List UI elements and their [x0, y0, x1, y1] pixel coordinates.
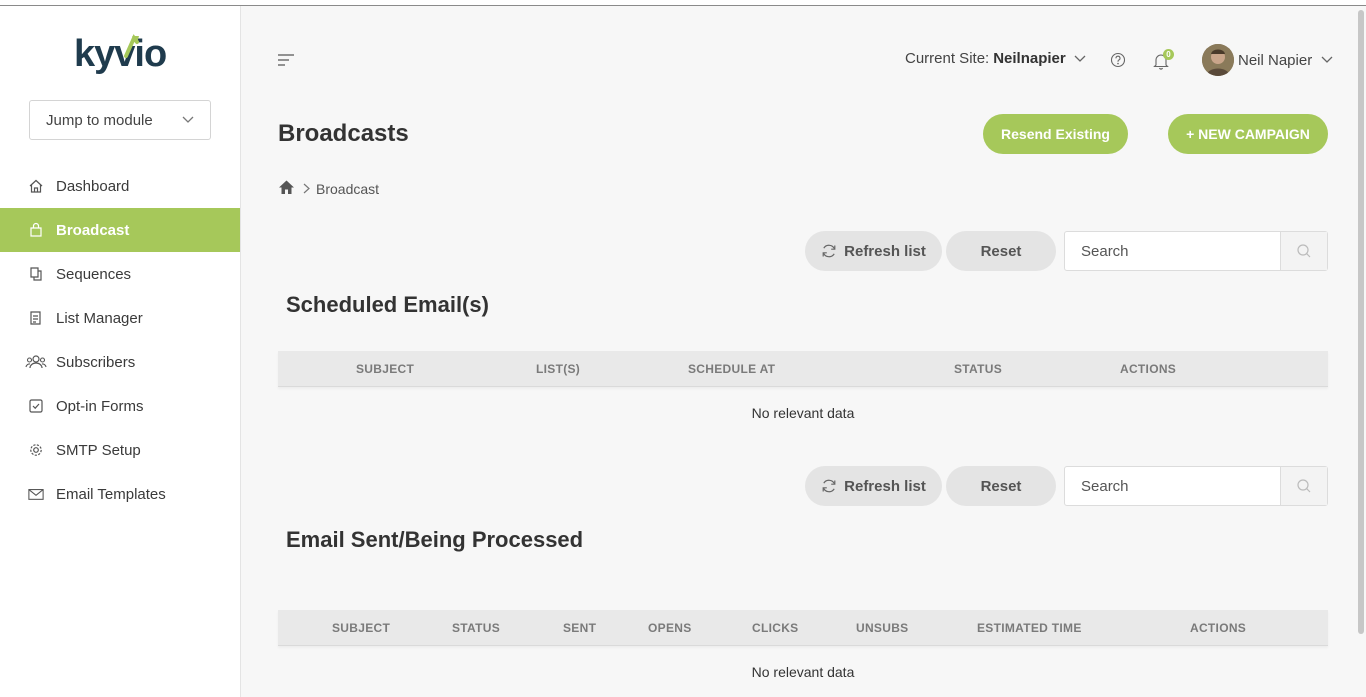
scheduled-emails-title: Scheduled Email(s)	[286, 292, 489, 317]
breadcrumb-current: Broadcast	[316, 180, 380, 197]
column-header[interactable]: STATUS	[452, 610, 500, 646]
column-header[interactable]: SUBJECT	[332, 610, 390, 646]
notifications-badge: 0	[1163, 49, 1174, 60]
jump-to-module-label: Jump to module	[46, 111, 153, 129]
sidebar-item-label: Dashboard	[56, 177, 130, 195]
page-scrollbar[interactable]	[1355, 6, 1366, 697]
column-header[interactable]: CLICKS	[752, 610, 798, 646]
page-title: Broadcasts	[278, 120, 409, 147]
column-header[interactable]: LIST(S)	[536, 351, 580, 387]
search-icon	[1297, 244, 1311, 258]
search-input[interactable]	[1065, 232, 1280, 270]
list-icon	[28, 310, 44, 326]
column-header[interactable]: OPENS	[648, 610, 692, 646]
scheduled-table-header: SUBJECT LIST(S) SCHEDULE AT STATUS ACTIO…	[278, 351, 1328, 387]
chevron-down-icon	[182, 116, 194, 123]
help-icon[interactable]	[1110, 52, 1126, 68]
sidebar: kyvio Jump to module Dashboard Broadcast…	[0, 6, 241, 697]
checkbox-icon	[28, 398, 44, 414]
sidebar-item-list-manager[interactable]: List Manager	[0, 296, 240, 340]
sidebar-item-label: Email Templates	[56, 485, 166, 503]
sidebar-item-email-templates[interactable]: Email Templates	[0, 472, 240, 516]
reset-button[interactable]: Reset	[946, 231, 1056, 271]
sidebar-item-label: Sequences	[56, 265, 132, 283]
reset-button[interactable]: Reset	[946, 466, 1056, 506]
sidebar-item-label: Broadcast	[56, 221, 130, 239]
kyvio-logo[interactable]: kyvio	[74, 32, 174, 82]
sidebar-item-label: Subscribers	[56, 353, 136, 371]
current-site-selector[interactable]: Current Site: Neilnapier	[905, 50, 1086, 67]
resend-existing-button[interactable]: Resend Existing	[983, 114, 1128, 154]
sidebar-item-smtp-setup[interactable]: SMTP Setup	[0, 428, 240, 472]
scheduled-empty-message: No relevant data	[751, 405, 855, 421]
menu-toggle-icon[interactable]	[277, 52, 295, 68]
search-icon	[1297, 479, 1311, 493]
sidebar-item-sequences[interactable]: Sequences	[0, 252, 240, 296]
user-menu[interactable]: Neil Napier	[1202, 44, 1333, 76]
sidebar-item-subscribers[interactable]: Subscribers	[0, 340, 240, 384]
refresh-icon	[822, 479, 836, 493]
chevron-right-icon	[303, 181, 310, 197]
column-header: ACTIONS	[1190, 621, 1247, 635]
avatar	[1202, 44, 1234, 76]
column-header: ACTIONS	[1120, 362, 1177, 376]
breadcrumb: Broadcast	[278, 179, 379, 198]
gear-icon	[28, 442, 44, 458]
sidebar-item-dashboard[interactable]: Dashboard	[0, 164, 240, 208]
user-name: Neil Napier	[1238, 51, 1313, 69]
column-header[interactable]: UNSUBS	[856, 610, 908, 646]
search-input[interactable]	[1065, 467, 1280, 505]
sequences-icon	[28, 266, 44, 282]
users-icon	[25, 354, 47, 370]
sent-empty-message: No relevant data	[751, 664, 855, 680]
envelope-icon	[28, 486, 44, 502]
current-site-label: Current Site:	[905, 50, 990, 67]
column-header[interactable]: SCHEDULE AT	[688, 351, 775, 387]
home-icon	[28, 178, 44, 194]
chevron-down-icon	[1074, 55, 1086, 62]
column-header[interactable]: SENT	[563, 610, 596, 646]
sidebar-item-optin-forms[interactable]: Opt-in Forms	[0, 384, 240, 428]
home-icon[interactable]	[278, 179, 295, 198]
sidebar-item-label: Opt-in Forms	[56, 397, 144, 415]
sidebar-nav: Dashboard Broadcast Sequences List Manag…	[0, 164, 240, 516]
column-header[interactable]: SUBJECT	[356, 351, 414, 387]
refresh-icon	[822, 244, 836, 258]
refresh-list-label: Refresh list	[844, 242, 926, 260]
sent-search	[1064, 466, 1328, 506]
bag-icon	[28, 222, 44, 238]
sidebar-item-broadcast[interactable]: Broadcast	[0, 208, 240, 252]
scrollbar-thumb[interactable]	[1358, 10, 1364, 634]
current-site-value: Neilnapier	[993, 50, 1066, 67]
column-header[interactable]: STATUS	[954, 351, 1002, 387]
refresh-list-button[interactable]: Refresh list	[805, 466, 942, 506]
sidebar-item-label: SMTP Setup	[56, 441, 141, 459]
column-header[interactable]: ESTIMATED TIME	[977, 610, 1082, 646]
logo-text: kyvio	[74, 33, 166, 75]
main-content: Current Site: Neilnapier 0 Neil Napier B…	[241, 6, 1355, 697]
sent-table-header: SUBJECT STATUS SENT OPENS CLICKS UNSUBS …	[278, 610, 1328, 646]
refresh-list-label: Refresh list	[844, 477, 926, 495]
refresh-list-button[interactable]: Refresh list	[805, 231, 942, 271]
scheduled-search	[1064, 231, 1328, 271]
chevron-down-icon	[1321, 56, 1333, 63]
search-button[interactable]	[1280, 467, 1327, 505]
search-button[interactable]	[1280, 232, 1327, 270]
sent-emails-title: Email Sent/Being Processed	[286, 527, 584, 552]
jump-to-module-select[interactable]: Jump to module	[29, 100, 211, 140]
sidebar-item-label: List Manager	[56, 309, 143, 327]
new-campaign-button[interactable]: + NEW CAMPAIGN	[1168, 114, 1328, 154]
